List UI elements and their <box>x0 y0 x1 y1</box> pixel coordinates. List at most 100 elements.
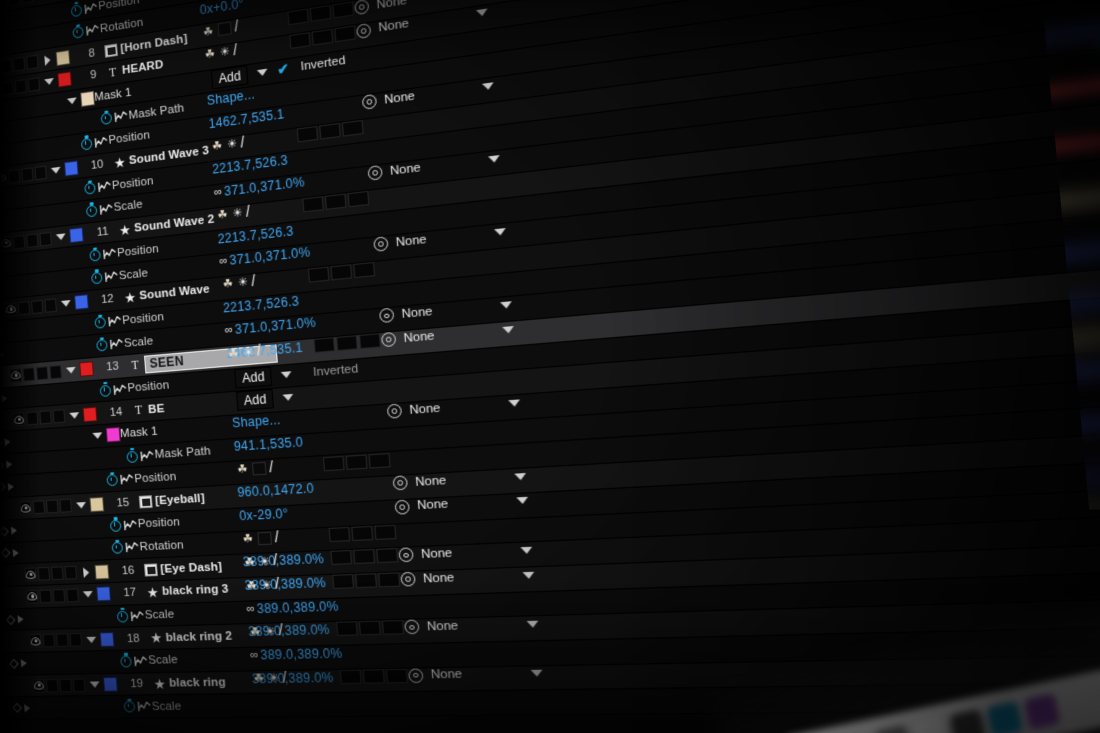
twirl-arrow[interactable] <box>63 367 78 375</box>
mask-mode-dropdown[interactable]: Add <box>235 389 275 412</box>
graph-editor-icon[interactable] <box>140 449 154 461</box>
chevron-down-icon[interactable] <box>499 301 512 309</box>
lock-toggle[interactable] <box>72 678 86 692</box>
track-matte-boxes[interactable] <box>332 572 401 589</box>
mask-color-swatch[interactable] <box>105 427 121 443</box>
stopwatch-icon[interactable] <box>93 339 110 352</box>
quality-switch-box[interactable] <box>217 21 232 37</box>
chevron-down-icon[interactable] <box>82 591 93 598</box>
keyframe-indicator-icon[interactable] <box>0 482 6 493</box>
effects-switch-icon[interactable]: ☀ <box>237 275 248 290</box>
shy-switch-icon[interactable]: ☘ <box>210 138 224 154</box>
av-features-toggles[interactable] <box>13 438 68 442</box>
solo-toggle[interactable] <box>21 166 34 182</box>
link-constrain-icon[interactable]: ∞ <box>224 324 232 337</box>
track-matte-box[interactable] <box>362 668 385 684</box>
graph-editor-icon[interactable] <box>107 315 123 328</box>
pickwhip-icon[interactable] <box>361 93 378 110</box>
property-value-text[interactable]: 389.0,389.0% <box>260 646 343 663</box>
video-visibility-toggle[interactable] <box>4 302 17 317</box>
stopwatch-icon[interactable] <box>97 384 114 397</box>
solo-toggle[interactable] <box>12 56 26 72</box>
track-matte-box[interactable] <box>319 122 341 140</box>
property-value[interactable]: Shape... <box>232 412 282 430</box>
shy-switch-icon[interactable]: ☘ <box>235 462 250 477</box>
dock-icon-photos[interactable] <box>912 716 949 733</box>
keyframe-indicator-icon[interactable] <box>0 460 4 471</box>
link-constrain-icon[interactable]: ∞ <box>214 186 222 200</box>
av-features-toggles[interactable] <box>0 127 45 135</box>
mask-mode-dropdown[interactable]: Add <box>234 366 273 389</box>
graph-editor-icon[interactable] <box>83 1 98 15</box>
chevron-down-icon[interactable] <box>50 166 61 175</box>
stopwatch-icon[interactable] <box>123 450 140 463</box>
track-matte-box[interactable] <box>374 524 397 540</box>
lock-toggle[interactable] <box>66 588 79 603</box>
effects-switch-icon[interactable]: ☀ <box>268 671 279 685</box>
track-matte-box[interactable] <box>313 337 336 353</box>
stopwatch-icon[interactable] <box>90 271 103 285</box>
stopwatch-icon[interactable] <box>121 701 138 713</box>
keyframe-navigator[interactable] <box>0 597 25 599</box>
av-features-toggles[interactable] <box>26 617 82 619</box>
track-matte-boxes[interactable] <box>322 452 391 471</box>
av-features-toggles[interactable] <box>0 260 55 266</box>
timeline-keyframe-marker[interactable] <box>1022 52 1034 63</box>
chevron-down-icon[interactable] <box>519 546 533 554</box>
link-constrain-icon[interactable]: ∞ <box>250 649 258 662</box>
link-constrain-icon[interactable]: ∞ <box>219 255 227 268</box>
stopwatch-icon[interactable] <box>105 474 118 487</box>
pickwhip-icon[interactable] <box>355 22 372 40</box>
stopwatch-icon[interactable] <box>114 610 131 623</box>
property-value-text[interactable]: 0x-29.0° <box>239 506 289 524</box>
shy-switch-icon[interactable]: ☘ <box>203 47 217 63</box>
twirl-arrow[interactable] <box>78 566 93 578</box>
chevron-down-icon[interactable] <box>60 300 71 308</box>
effects-switch-icon[interactable]: ☀ <box>261 578 272 592</box>
layer-color-swatch[interactable] <box>103 677 118 692</box>
graph-editor-icon[interactable] <box>100 203 114 216</box>
keyframe-indicator-icon[interactable] <box>6 614 16 625</box>
quality-switch-box[interactable] <box>257 531 273 545</box>
chevron-down-icon[interactable] <box>521 571 535 579</box>
keyframe-navigator[interactable] <box>0 526 20 537</box>
effects-switch-icon[interactable]: ☀ <box>232 206 243 221</box>
layer-color-swatch[interactable] <box>55 49 71 66</box>
lock-toggle[interactable] <box>27 76 41 92</box>
stopwatch-icon[interactable] <box>116 610 128 623</box>
layer-color-swatch[interactable] <box>79 361 94 378</box>
mask-mode-dropdown[interactable]: Add <box>210 64 249 90</box>
motion-blur-switch-icon[interactable]: / <box>240 133 245 151</box>
track-matte-boxes[interactable] <box>339 668 409 684</box>
keyframe-navigator[interactable] <box>0 575 23 577</box>
property-value-text[interactable]: 960.0,1472.0 <box>237 481 315 500</box>
graph-editor-icon[interactable] <box>113 110 129 123</box>
av-features-toggles[interactable] <box>0 231 54 251</box>
lock-toggle[interactable] <box>49 364 62 380</box>
track-matte-box[interactable] <box>347 190 370 208</box>
track-matte-box[interactable] <box>328 526 351 542</box>
graph-editor-icon[interactable] <box>85 24 100 38</box>
stopwatch-icon[interactable] <box>123 701 135 713</box>
layer-switches-group[interactable]: ☘ ☀ / <box>210 133 245 154</box>
track-matte-box[interactable] <box>296 125 319 143</box>
pickwhip-icon[interactable] <box>394 499 411 515</box>
stopwatch-icon[interactable] <box>109 542 126 555</box>
pickwhip-icon[interactable] <box>404 619 420 635</box>
audio-toggle[interactable] <box>0 0 8 9</box>
lock-toggle[interactable] <box>26 54 39 70</box>
track-matte-box[interactable] <box>311 28 334 46</box>
track-matte-box[interactable] <box>324 193 347 210</box>
mask-color-swatch[interactable] <box>80 90 95 107</box>
chevron-down-icon[interactable] <box>43 78 54 86</box>
keyframe-navigator[interactable] <box>0 548 22 560</box>
dock-icon-system[interactable] <box>874 724 912 733</box>
track-matte-box[interactable] <box>353 549 376 565</box>
keyframe-navigator[interactable] <box>0 376 8 381</box>
audio-toggle[interactable] <box>17 300 31 316</box>
stopwatch-icon[interactable] <box>125 450 138 463</box>
pickwhip-icon[interactable] <box>392 475 409 491</box>
track-matte-box[interactable] <box>322 455 345 471</box>
property-value[interactable]: 960.0,1472.0 <box>237 481 315 500</box>
shy-switch-icon[interactable]: ☘ <box>252 672 267 686</box>
